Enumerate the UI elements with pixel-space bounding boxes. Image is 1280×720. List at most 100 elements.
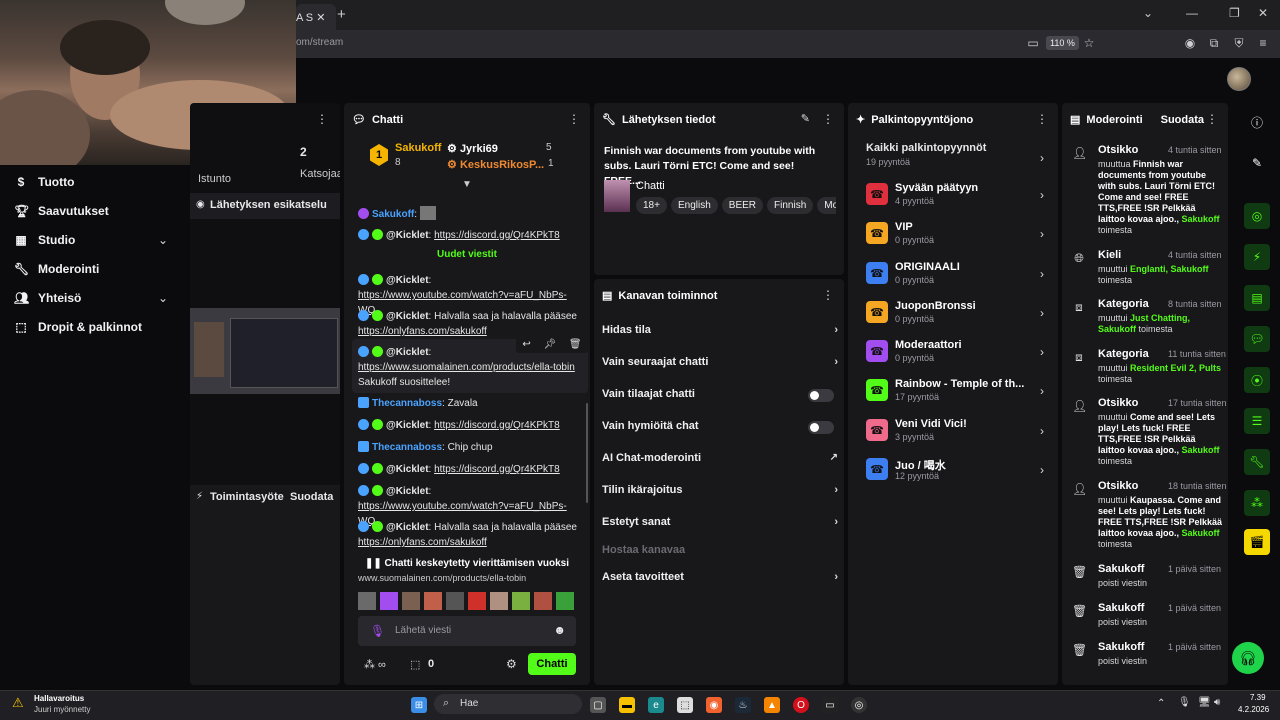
emote-icon[interactable] xyxy=(556,592,574,610)
emote-icon[interactable] xyxy=(468,592,486,610)
taskbar-search[interactable]: ⌕ Hae xyxy=(434,694,582,714)
action-vain-seuraajat[interactable]: Vain seuraajat chatti › xyxy=(602,356,838,368)
chat-message[interactable]: Thecannaboss: Chip chup xyxy=(358,440,578,455)
community-icon[interactable]: ⁂ ∞ xyxy=(364,658,386,671)
nav-item-dropit[interactable]: ⬚ Dropit & palkinnot xyxy=(14,320,142,334)
expand-icon[interactable]: ▼ xyxy=(462,179,472,190)
chat-user[interactable]: @Kicklet xyxy=(386,464,429,475)
action-vain-tilaajat[interactable]: Vain tilaajat chatti xyxy=(602,388,838,402)
chat-user[interactable]: Thecannaboss xyxy=(372,398,442,409)
category-thumbnail[interactable] xyxy=(604,180,630,212)
chat-bubble-icon[interactable]: 💬︎ xyxy=(1244,326,1270,352)
edge-icon[interactable]: e xyxy=(648,697,664,713)
chat-user[interactable]: @Kicklet xyxy=(386,311,429,322)
nav-item-moderointi[interactable]: 🔧︎ Moderointi xyxy=(14,262,99,276)
emote-icon[interactable] xyxy=(446,592,464,610)
chat-message[interactable]: @Kicklet: https://discord.gg/Qr4KPkT8 xyxy=(358,228,578,243)
opera-icon[interactable]: O xyxy=(793,697,809,713)
leader-name[interactable]: ⚙︎ KeskusRikosP... xyxy=(447,158,544,171)
activity-filter[interactable]: Suodata xyxy=(290,491,333,503)
emote-icon[interactable] xyxy=(380,592,398,610)
nav-item-tuotto[interactable]: $ Tuotto xyxy=(14,175,75,189)
reward-item[interactable]: ☎ Moderaattori 0 pyyntöä › xyxy=(866,336,1044,368)
chat-message[interactable]: @Kicklet: Halvalla saa ja halavalla pääs… xyxy=(358,520,578,550)
chat-link[interactable]: https://discord.gg/Qr4KPkT8 xyxy=(434,464,560,475)
emote-icon[interactable] xyxy=(424,592,442,610)
volume-icon[interactable]: 🔊︎ xyxy=(1214,697,1220,708)
chat-link[interactable]: https://onlyfans.com/sakukoff xyxy=(358,537,487,548)
chat-message[interactable]: @Kicklet: https://discord.gg/Qr4KPkT8 xyxy=(358,462,578,477)
network-icon[interactable]: 🖥︎ xyxy=(1198,697,1211,708)
clock-date[interactable]: 4.2.2026 xyxy=(1238,705,1269,714)
send-chat-button[interactable]: Chatti xyxy=(528,653,576,675)
vlc-icon[interactable]: ▲ xyxy=(764,697,780,713)
action-estetyt-sanat[interactable]: Estetyt sanat › xyxy=(602,516,838,528)
menu-icon[interactable]: ≡ xyxy=(1256,36,1270,50)
windows-start-icon[interactable]: ⊞ xyxy=(411,697,427,713)
chat-message[interactable]: @Kicklet: https://www.suomalainen.com/pr… xyxy=(358,345,578,390)
file-explorer-icon[interactable]: ▬ xyxy=(619,697,635,713)
tag-chip[interactable]: Mo xyxy=(817,197,836,214)
stream-preview[interactable] xyxy=(190,308,340,394)
chat-link[interactable]: https://onlyfans.com/sakukoff xyxy=(358,326,487,337)
settings-gear-icon[interactable]: ⚙︎ xyxy=(506,657,517,671)
action-tavoitteet[interactable]: Aseta tavoitteet › xyxy=(602,571,838,583)
avatar[interactable] xyxy=(1227,67,1251,91)
gift-icon[interactable]: ⬚ xyxy=(410,658,420,671)
steam-icon[interactable]: ♨ xyxy=(735,697,751,713)
bolt-icon[interactable]: ⚡︎ xyxy=(1244,244,1270,270)
more-menu-icon[interactable]: ⋮ xyxy=(1206,112,1218,126)
reward-item[interactable]: ☎ Syvään päätyyn 4 pyyntöä › xyxy=(866,179,1044,211)
emote-icon[interactable] xyxy=(358,592,376,610)
emote-icon[interactable] xyxy=(490,592,508,610)
nav-item-saavutukset[interactable]: 🏆︎ Saavutukset xyxy=(14,204,109,218)
more-menu-icon[interactable]: ⋮ xyxy=(568,112,580,126)
message-input[interactable]: 🎙︎ Lähetä viesti ☻ xyxy=(358,616,576,646)
moderation-filter[interactable]: Suodata xyxy=(1161,114,1204,126)
chevron-down-icon[interactable]: ⌄ xyxy=(158,233,168,247)
reward-item[interactable]: ☎ Juo / 喝水 12 pyyntöä › xyxy=(866,454,1044,486)
tab-session[interactable]: Istunto xyxy=(198,173,231,185)
more-menu-icon[interactable]: ⋮ xyxy=(1036,112,1048,126)
account-icon[interactable]: ◉ xyxy=(1183,36,1197,50)
leader-name[interactable]: Sakukoff xyxy=(395,142,441,154)
chat-user[interactable]: @Kicklet xyxy=(386,486,429,497)
chat-message[interactable]: Sakukoff: xyxy=(358,206,578,222)
microphone-icon[interactable]: 🎙︎ xyxy=(1178,697,1191,708)
emote-only-toggle[interactable] xyxy=(808,421,834,434)
nav-item-studio[interactable]: ▦ Studio xyxy=(14,233,75,247)
chat-message[interactable]: @Kicklet: https://discord.gg/Qr4KPkT8 xyxy=(358,418,578,433)
more-menu-icon[interactable]: ⋮ xyxy=(316,112,328,126)
tag-chip[interactable]: BEER xyxy=(721,197,764,214)
microphone-icon[interactable]: 🎙︎ xyxy=(370,624,385,638)
new-tab-icon[interactable]: + xyxy=(337,6,346,23)
tab-viewers[interactable]: Katsojaa xyxy=(300,168,340,180)
document-icon[interactable]: ▤ xyxy=(1244,285,1270,311)
weather-title[interactable]: Hallavaroitus xyxy=(34,694,84,703)
tab-list-chevron-icon[interactable]: ⌄ xyxy=(1143,6,1153,20)
zoom-level[interactable]: 110 % xyxy=(1046,36,1079,50)
emoji-icon[interactable]: ☻ xyxy=(553,623,566,637)
reward-item[interactable]: ☎ VIP 0 pyyntöä › xyxy=(866,218,1044,250)
emote-icon[interactable] xyxy=(402,592,420,610)
shield-icon[interactable]: ⛨ xyxy=(1232,36,1246,50)
more-menu-icon[interactable]: ⋮ xyxy=(822,288,834,302)
reward-item[interactable]: ☎ Rainbow - Temple of th... 17 pyyntöä › xyxy=(866,375,1044,407)
broadcast-icon[interactable]: ⦿ xyxy=(1244,367,1270,393)
edit-pencil-icon[interactable]: ✎ xyxy=(801,112,810,125)
warning-icon[interactable]: ⚠ xyxy=(12,695,28,711)
chat-scrollbar[interactable] xyxy=(586,403,588,503)
reader-view-icon[interactable]: ▭ xyxy=(1026,36,1040,50)
maximize-icon[interactable]: ❐ xyxy=(1229,6,1240,20)
url-text[interactable]: om/stream xyxy=(296,37,343,48)
close-window-icon[interactable]: ✕ xyxy=(1258,6,1268,20)
chat-user[interactable]: @Kicklet xyxy=(386,522,429,533)
address-bar[interactable] xyxy=(296,30,1280,58)
bookmark-star-icon[interactable]: ☆ xyxy=(1082,36,1096,50)
firefox-icon[interactable]: ◉ xyxy=(706,697,722,713)
action-ai-moderointi[interactable]: AI Chat-moderointi ↗ xyxy=(602,452,838,464)
browser-tab[interactable]: A S ✕ xyxy=(296,4,336,30)
support-headset-icon[interactable]: 🎧︎ xyxy=(1232,642,1264,674)
chat-link[interactable]: https://discord.gg/Qr4KPkT8 xyxy=(434,420,560,431)
tag-chip[interactable]: 18+ xyxy=(636,197,667,214)
